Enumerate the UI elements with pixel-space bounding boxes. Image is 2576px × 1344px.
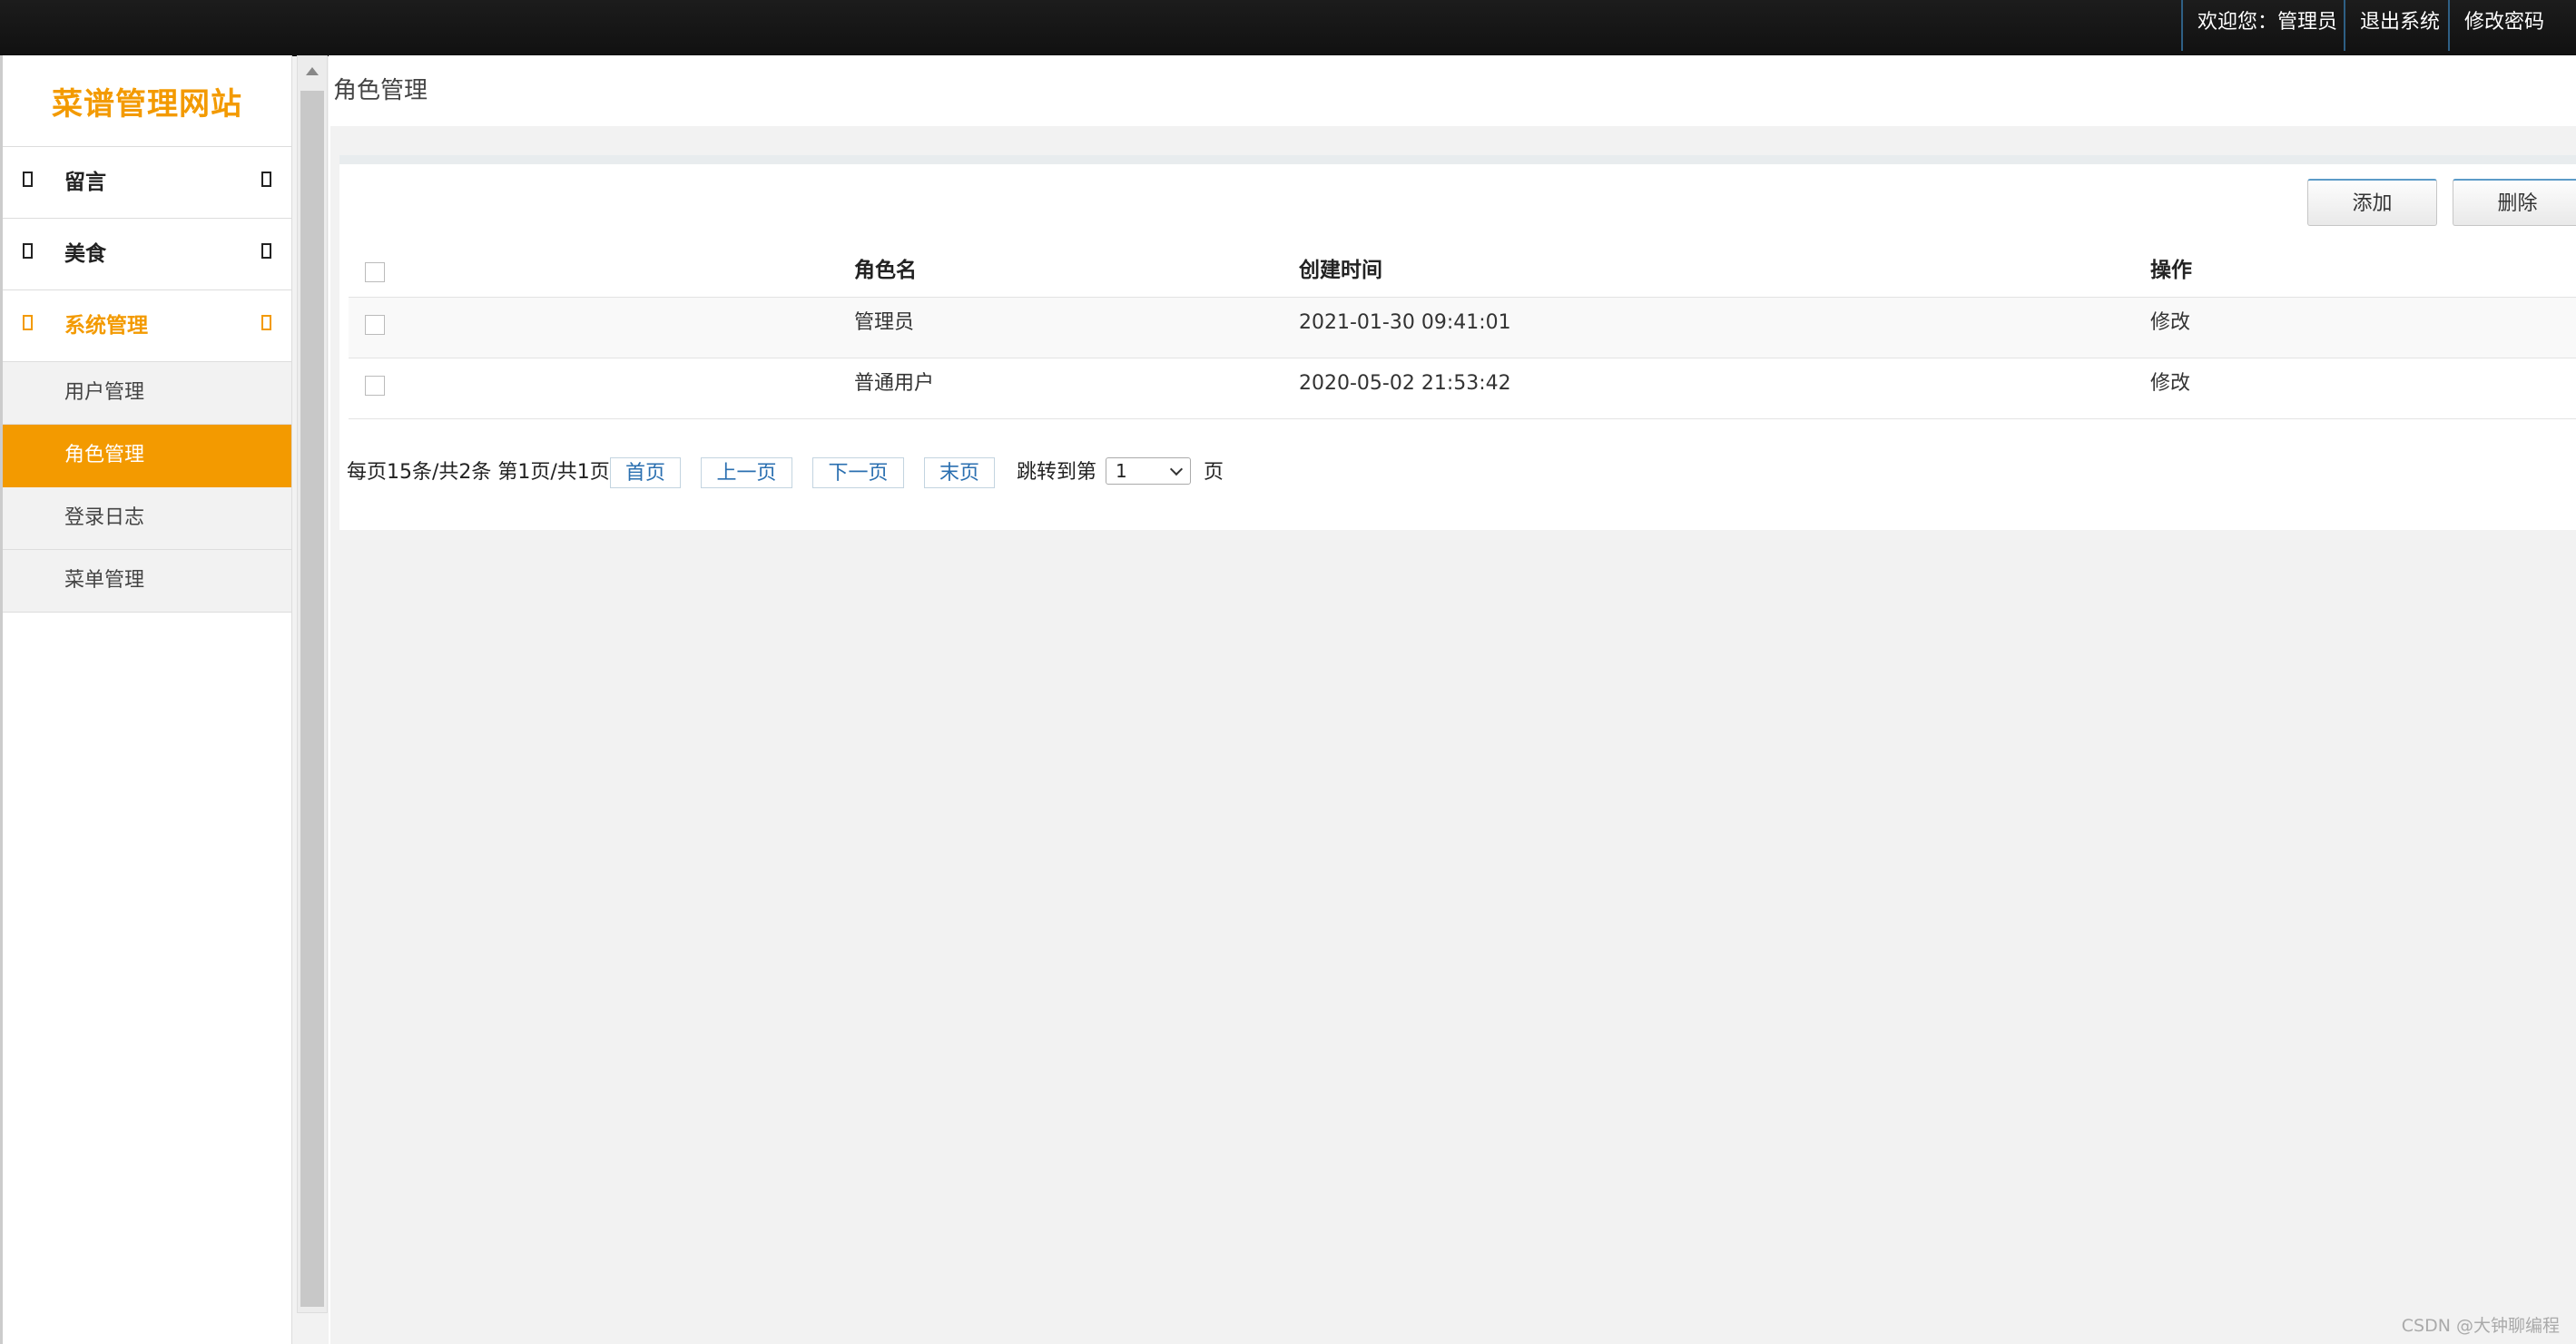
page-select[interactable]: 1 — [1106, 457, 1191, 485]
edit-link[interactable]: 修改 — [2150, 358, 2190, 409]
welcome-text: 欢迎您：管理员 — [2181, 0, 2352, 51]
page-title: 角色管理 — [333, 77, 428, 104]
pagination-info: 每页15条/共2条 第1页/共1页 — [347, 461, 610, 484]
edit-link[interactable]: 修改 — [2150, 298, 2190, 348]
jump-prefix: 跳转到第 — [1017, 461, 1097, 484]
sidebar-item-login-log[interactable]: 登录日志 — [3, 487, 291, 550]
role-name-cell: 普通用户 — [854, 372, 935, 395]
table-row: 管理员 2021-01-30 09:41:01 修改 — [349, 298, 2576, 358]
role-name-cell: 管理员 — [854, 311, 915, 334]
created-time-cell: 2020-05-02 21:53:42 — [1299, 372, 1511, 395]
table-header-row: 角色名 创建时间 操作 — [349, 241, 2576, 298]
sidebar-item-user-management[interactable]: 用户管理 — [3, 362, 291, 425]
square-icon — [23, 243, 33, 259]
chevron-down-icon — [1169, 462, 1184, 476]
column-header-created-time: 创建时间 — [1299, 259, 1382, 282]
scrollbar-thumb[interactable] — [300, 91, 324, 1307]
logout-link[interactable]: 退出系统 — [2344, 0, 2454, 51]
sidebar-group-messages[interactable]: 留言 — [3, 147, 291, 219]
square-icon — [23, 315, 33, 330]
divider — [329, 55, 330, 1344]
sidebar-item-role-management[interactable]: 角色管理 — [3, 425, 291, 487]
sidebar-group-food[interactable]: 美食 — [3, 219, 291, 290]
next-page-button[interactable]: 下一页 — [812, 457, 904, 488]
watermark: CSDN @大钟聊编程 — [2401, 1316, 2560, 1336]
delete-button[interactable]: 删除 — [2453, 179, 2576, 226]
top-bar: 欢迎您：管理员 退出系统 修改密码 — [0, 0, 2576, 56]
select-all-checkbox[interactable] — [365, 262, 385, 282]
sidebar-group-system[interactable]: 系统管理 — [3, 290, 291, 362]
row-checkbox[interactable] — [365, 376, 385, 396]
sidebar-group-label: 系统管理 — [64, 314, 148, 338]
sidebar-group-label: 美食 — [64, 242, 106, 266]
change-password-link[interactable]: 修改密码 — [2448, 0, 2559, 51]
column-header-role-name: 角色名 — [854, 259, 917, 282]
sidebar-group-label: 留言 — [64, 171, 106, 194]
square-icon — [261, 243, 271, 259]
first-page-button[interactable]: 首页 — [610, 457, 681, 488]
row-checkbox[interactable] — [365, 315, 385, 335]
square-icon — [261, 315, 271, 330]
site-logo[interactable]: 菜谱管理网站 — [3, 55, 291, 147]
square-icon — [23, 172, 33, 187]
sidebar: 菜谱管理网站 留言 美食 系统管理 用户管理 角色管理 登录日志 菜单管理 — [0, 55, 292, 1344]
submenu-system: 用户管理 角色管理 登录日志 菜单管理 — [3, 362, 291, 613]
content-panel: 添加 删除 角色名 创建时间 操作 管理员 2021-01-30 09:41:0… — [339, 155, 2576, 530]
jump-suffix: 页 — [1204, 461, 1224, 484]
column-header-action: 操作 — [2150, 259, 2192, 282]
roles-table: 角色名 创建时间 操作 管理员 2021-01-30 09:41:01 修改 普… — [349, 241, 2576, 419]
sidebar-item-menu-management[interactable]: 菜单管理 — [3, 550, 291, 613]
page-header: 角色管理 — [330, 55, 2576, 126]
page-select-value: 1 — [1116, 460, 1127, 482]
sidebar-scrollbar[interactable] — [297, 55, 328, 1313]
last-page-button[interactable]: 末页 — [924, 457, 995, 488]
created-time-cell: 2021-01-30 09:41:01 — [1299, 311, 1511, 334]
table-row: 普通用户 2020-05-02 21:53:42 修改 — [349, 358, 2576, 419]
add-button[interactable]: 添加 — [2307, 179, 2437, 226]
square-icon — [261, 172, 271, 187]
scroll-up-arrow-icon[interactable] — [306, 67, 319, 75]
prev-page-button[interactable]: 上一页 — [701, 457, 792, 488]
